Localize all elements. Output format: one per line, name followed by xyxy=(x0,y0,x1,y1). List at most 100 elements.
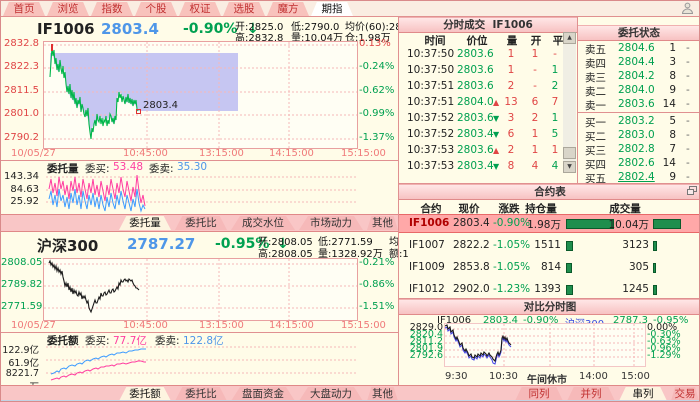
contract-volume: 305 xyxy=(603,261,649,273)
tab-other[interactable]: 其他 xyxy=(367,216,398,230)
tab-cube[interactable]: 魔方 xyxy=(267,2,309,16)
tab-browse[interactable]: 浏览 xyxy=(47,2,89,16)
scroll-down-icon[interactable]: ▼ xyxy=(563,161,576,173)
bid-flag: - xyxy=(686,157,690,169)
tab-market-momentum[interactable]: 市场动力 xyxy=(299,216,363,230)
tick-time: 10:37:52 xyxy=(407,112,454,124)
contract-price: 2853.8 xyxy=(453,261,490,273)
tab-stock-pick[interactable]: 选股 xyxy=(223,2,265,16)
tick-time: 10:37:53 xyxy=(407,160,454,172)
tick-open: - xyxy=(525,80,545,92)
contract-price: 2803.4 xyxy=(453,217,490,229)
ask-flag: - xyxy=(686,70,690,82)
tick-close: 4 xyxy=(547,160,563,172)
y-tick: 2789.82 xyxy=(1,279,39,290)
col-price: 价位 xyxy=(457,33,497,48)
tick-vol: 13 xyxy=(501,96,521,108)
up-arrow-icon: ▲ xyxy=(493,146,499,155)
contract-row[interactable]: IF1009 2853.8 -1.05% 814 305 xyxy=(399,259,700,276)
tick-vol: 2 xyxy=(501,80,521,92)
vol-bar-container xyxy=(653,241,657,251)
pct-tick: -0.86% xyxy=(359,279,401,290)
tab-stock[interactable]: 个股 xyxy=(135,2,177,16)
x-tick: 14:15:00 xyxy=(269,148,314,159)
depth-panel-title: 委托状态 xyxy=(578,25,700,41)
tick-time: 10:37:51 xyxy=(407,80,454,92)
tick-vol: 1 xyxy=(501,48,521,60)
bid-label: 买二 xyxy=(585,129,606,144)
sub2-y-tick: 61.9亿 xyxy=(1,355,39,369)
tick-panel-title: 分时成交 IF1006 xyxy=(399,17,577,33)
contract-row[interactable]: IF1007 2822.2 -1.05% 1511 3123 xyxy=(399,237,700,254)
compare-x-tick: 10:30 xyxy=(489,371,518,382)
restore-window-icon[interactable] xyxy=(687,186,697,195)
tick-row: 10:37:50 2803.6 1 - 1 xyxy=(399,63,563,79)
col-time: 时间 xyxy=(413,33,457,48)
bid-price: 2802.8 xyxy=(618,143,655,155)
ask-vol: 1 xyxy=(652,42,676,54)
bid-flag: - xyxy=(686,129,690,141)
tab-trade-level[interactable]: 成交水位 xyxy=(231,216,295,230)
compare-x-tick: 14:00 xyxy=(579,371,608,382)
bid-vol: 14 xyxy=(652,157,676,169)
contract-title-text: 合约表 xyxy=(534,186,566,198)
ask-label: 卖四 xyxy=(585,56,606,71)
mid-tab-strip: 委托量 委托比 成交水位 市场动力 其他 xyxy=(1,214,398,232)
x-tick: 10:45:00 xyxy=(123,148,168,159)
order-amount-chart xyxy=(46,344,356,384)
contract-price: 2902.0 xyxy=(453,283,490,295)
tick-price: 2803.6 xyxy=(457,112,494,124)
down-arrow-icon: ▼ xyxy=(493,114,499,123)
tick-row: 10:37:50 2803.6 1 1 - xyxy=(399,47,563,63)
ask-price: 2803.6 xyxy=(618,98,655,110)
contract-symbol: IF1006 xyxy=(409,217,449,229)
pct-tick: -0.24% xyxy=(359,61,401,72)
ask-label: 卖二 xyxy=(585,84,606,99)
tab-futures[interactable]: 期指 xyxy=(311,2,353,16)
tick-price: 2803.6 xyxy=(457,144,494,156)
tick-time: 10:37:53 xyxy=(407,144,454,156)
tab-index[interactable]: 指数 xyxy=(91,2,133,16)
tab-order-ratio[interactable]: 委托比 xyxy=(175,216,227,230)
tab-side-by-side[interactable]: 并列 xyxy=(567,387,615,401)
ask-flag: - xyxy=(686,98,690,110)
scrollbar-thumb[interactable] xyxy=(563,147,576,159)
tab-order-volume[interactable]: 委托量 xyxy=(119,216,171,230)
tab-other-2[interactable]: 其他 xyxy=(367,387,398,401)
vol-bar xyxy=(653,219,681,229)
tick-time: 10:37:50 xyxy=(407,64,454,76)
tick-open: 1 xyxy=(525,144,545,156)
tab-market-funds[interactable]: 盘面资金 xyxy=(231,387,295,401)
tab-order-amount[interactable]: 委托额 xyxy=(119,387,171,401)
contract-row[interactable]: IF1012 2902.0 -1.23% 1393 1245 xyxy=(399,281,700,298)
tick-scrollbar[interactable]: ▲ ▼ xyxy=(563,32,576,173)
user-icon[interactable] xyxy=(681,2,694,14)
tab-home[interactable]: 首页 xyxy=(3,2,45,16)
y-tick: 2811.5 xyxy=(1,85,39,96)
tick-time: 10:37:51 xyxy=(407,96,454,108)
compare-title-text: 对比分时图 xyxy=(524,301,577,313)
tab-trade[interactable]: 交易 xyxy=(671,387,699,401)
scroll-up-icon[interactable]: ▲ xyxy=(563,32,576,44)
ask-price: 2804.4 xyxy=(618,56,655,68)
bid-row: 买四 2802.6 14 - xyxy=(578,157,700,170)
sub2-y-tick: 122.9亿 xyxy=(1,342,39,356)
oi-bar xyxy=(566,263,572,273)
ask-label: 卖一 xyxy=(585,98,606,113)
ask-vol: 9 xyxy=(652,84,676,96)
tab-cascade[interactable]: 串列 xyxy=(619,387,667,401)
ask-row: 卖三 2804.2 8 - xyxy=(578,70,700,83)
tab-order-ratio-2[interactable]: 委托比 xyxy=(175,387,227,401)
tick-open: 4 xyxy=(525,160,545,172)
bid-flag: - xyxy=(686,143,690,155)
ask-row: 卖四 2804.4 3 - xyxy=(578,56,700,69)
order-volume-chart xyxy=(46,171,356,213)
contract-oi: 1511 xyxy=(517,239,561,251)
tab-same-column[interactable]: 同列 xyxy=(515,387,563,401)
tab-market-power[interactable]: 大盘动力 xyxy=(299,387,363,401)
bid-vol: 7 xyxy=(652,143,676,155)
contract-row-selected[interactable]: IF1006 2803.4 -0.90% 1.98万 10.04万 xyxy=(399,214,700,233)
tab-warrant[interactable]: 权证 xyxy=(179,2,221,16)
contract-volume: 10.04万 xyxy=(603,217,649,232)
bid-price: 2803.2 xyxy=(618,115,655,127)
